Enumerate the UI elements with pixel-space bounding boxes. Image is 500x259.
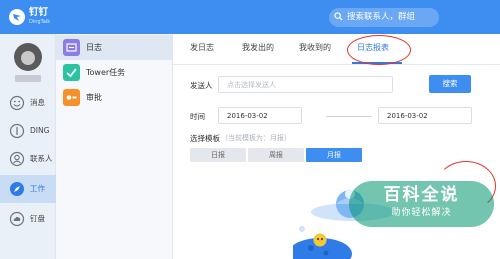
watermark-title: 百科全说 bbox=[383, 185, 460, 205]
rail-item-ding[interactable]: DING bbox=[0, 117, 56, 145]
cloud-disk-icon bbox=[9, 211, 25, 227]
app-name: 钉钉 bbox=[29, 7, 49, 18]
app-item-approval[interactable]: 审批 bbox=[56, 85, 173, 110]
rail-item-contacts[interactable]: 联系人 bbox=[0, 145, 56, 173]
date-range-separator bbox=[326, 116, 372, 117]
template-daily[interactable]: 日报 bbox=[190, 148, 246, 162]
watermark-subtitle: 助你轻松解决 bbox=[391, 208, 452, 218]
watermark-badge: 百科全说 助你轻松解决 bbox=[349, 181, 494, 231]
annotation-circle bbox=[347, 35, 411, 65]
rail-label: 工作 bbox=[30, 184, 45, 193]
sender-field[interactable]: 点击选择发送人 bbox=[218, 76, 393, 93]
start-date-field[interactable]: 2016-03-02 bbox=[218, 107, 302, 124]
template-hint: （当前模板为：月报） bbox=[221, 134, 291, 142]
rail-item-messages[interactable]: 消息 bbox=[0, 89, 56, 117]
rail-label: DING bbox=[30, 126, 50, 135]
tab-divider bbox=[173, 64, 500, 65]
ding-icon bbox=[9, 123, 25, 139]
avatar[interactable] bbox=[14, 43, 42, 71]
user-name-blurred bbox=[15, 75, 41, 82]
start-date-value: 2016-03-02 bbox=[227, 112, 268, 120]
search-icon bbox=[334, 12, 343, 21]
app-label: Tower任务 bbox=[86, 68, 126, 77]
end-date-field[interactable]: 2016-03-02 bbox=[378, 107, 472, 124]
app-subtitle: DingTalk bbox=[29, 19, 51, 25]
rail-label: 钉盘 bbox=[30, 214, 45, 223]
search-button[interactable]: 搜索 bbox=[429, 75, 471, 93]
template-monthly[interactable]: 月报 bbox=[306, 148, 362, 162]
rail-label: 联系人 bbox=[30, 154, 53, 163]
rail-label: 消息 bbox=[30, 98, 45, 107]
work-app-list: 日志 Tower任务 审批 bbox=[56, 34, 173, 259]
search-placeholder: 搜索联系人，群组 bbox=[347, 12, 416, 22]
sender-label: 发送人 bbox=[190, 81, 213, 90]
sender-placeholder: 点击选择发送人 bbox=[227, 81, 276, 89]
app-label: 日志 bbox=[86, 43, 102, 52]
app-item-tower[interactable]: Tower任务 bbox=[56, 60, 173, 85]
nav-rail: 消息 DING 联系人 工作 钉盘 bbox=[0, 34, 56, 259]
work-icon bbox=[10, 182, 24, 196]
contact-search-box[interactable]: 搜索联系人，群组 bbox=[329, 8, 439, 27]
dingtalk-logo-icon bbox=[9, 9, 25, 25]
template-label: 选择模板 bbox=[190, 134, 220, 143]
time-label: 时间 bbox=[190, 112, 205, 121]
app-item-log[interactable]: 日志 bbox=[56, 35, 173, 60]
rail-item-work[interactable]: 工作 bbox=[0, 175, 56, 203]
template-weekly[interactable]: 周报 bbox=[248, 148, 304, 162]
smile-icon bbox=[9, 95, 25, 111]
app-label: 审批 bbox=[86, 93, 102, 102]
tab-received[interactable]: 我收到的 bbox=[299, 42, 331, 54]
end-date-value: 2016-03-02 bbox=[387, 112, 428, 120]
check-icon bbox=[63, 64, 80, 81]
tab-sent[interactable]: 我发出的 bbox=[242, 42, 274, 54]
log-icon bbox=[63, 39, 80, 56]
approve-icon bbox=[63, 89, 80, 106]
rail-item-cloud-disk[interactable]: 钉盘 bbox=[0, 205, 56, 233]
contact-icon bbox=[9, 151, 25, 167]
title-bar: 钉钉 DingTalk 搜索联系人，群组 bbox=[0, 0, 500, 34]
tab-write-log[interactable]: 发日志 bbox=[190, 42, 214, 54]
